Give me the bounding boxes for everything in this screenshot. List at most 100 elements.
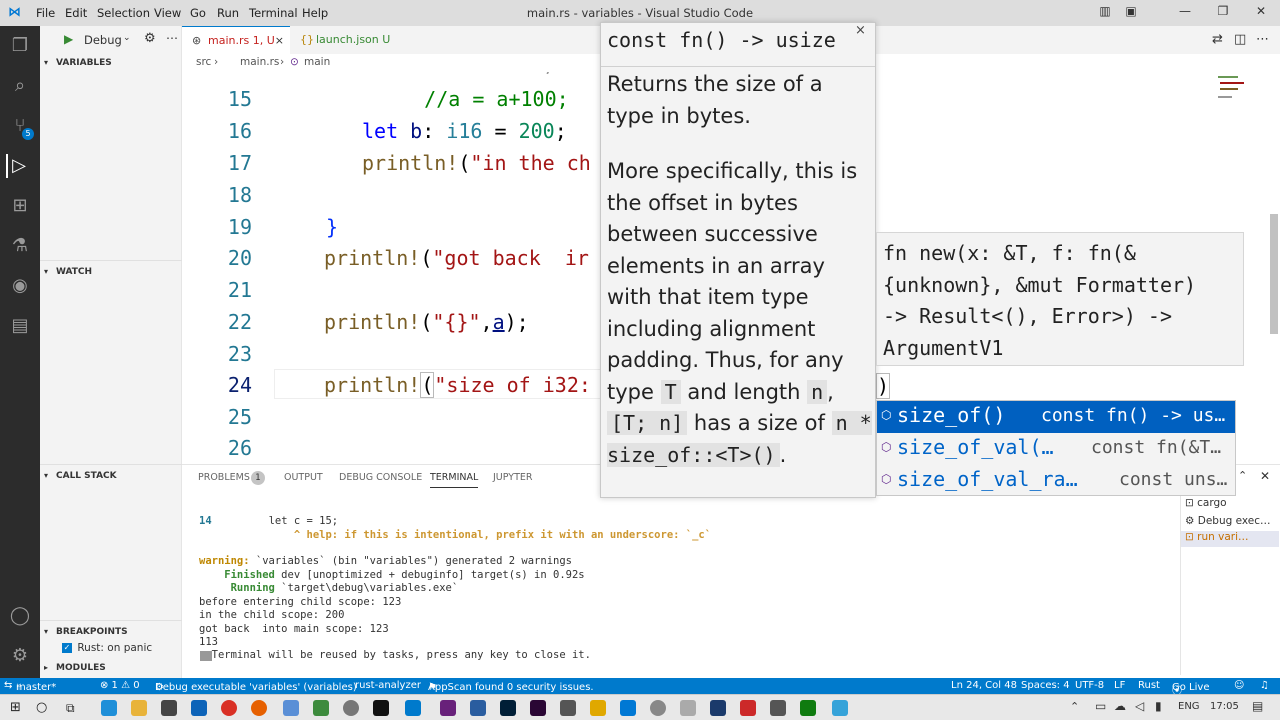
notifications-icon[interactable]: ▤: [1252, 699, 1263, 713]
rust-analyzer-status[interactable]: rust-analyzer: [355, 680, 421, 691]
terminal-list-item[interactable]: ⊡ cargo: [1185, 497, 1227, 509]
app-icon[interactable]: [283, 700, 299, 716]
app-icon[interactable]: [740, 700, 756, 716]
app-icon[interactable]: [680, 700, 696, 716]
task-view-icon[interactable]: ⧉: [66, 700, 82, 716]
tab-launch-json[interactable]: {} launch.json U: [290, 26, 400, 54]
variables-section-header[interactable]: ▾ VARIABLES: [40, 52, 182, 74]
remote-indicator-icon[interactable]: ⇆: [4, 680, 12, 691]
chevron-down-icon[interactable]: ⌄: [123, 33, 131, 43]
minimize-button[interactable]: —: [1170, 4, 1200, 22]
breakpoint-rust-panic[interactable]: ✓ Rust: on panic: [62, 642, 152, 658]
watch-section-header[interactable]: ▾ WATCH: [40, 260, 182, 282]
visual-studio-icon[interactable]: [440, 700, 456, 716]
close-icon[interactable]: ×: [855, 23, 866, 38]
problems-status[interactable]: ⊗ 1 ⚠ 0: [100, 680, 140, 691]
close-panel-icon[interactable]: ✕: [1260, 469, 1270, 483]
app-icon[interactable]: [560, 700, 576, 716]
tab-suffix: U: [382, 33, 391, 46]
app-icon[interactable]: [710, 700, 726, 716]
onedrive-icon[interactable]: ☁: [1114, 699, 1126, 713]
breakpoints-section-header[interactable]: ▾ BREAKPOINTS: [40, 620, 182, 642]
minimap[interactable]: [1218, 72, 1268, 132]
mail-icon[interactable]: [191, 700, 207, 716]
more-actions-icon[interactable]: ⋯: [1256, 32, 1269, 47]
firefox-icon[interactable]: [251, 700, 267, 716]
tray-chevron-icon[interactable]: ⌃: [1070, 700, 1079, 713]
tab-problems[interactable]: PROBLEMS: [198, 472, 250, 483]
clock[interactable]: 17:05: [1210, 701, 1239, 712]
app-icon[interactable]: [650, 700, 666, 716]
modules-section-header[interactable]: ▸ MODULES: [40, 657, 182, 679]
checkbox-checked-icon[interactable]: ✓: [62, 643, 72, 653]
volume-icon[interactable]: ◁: [1135, 699, 1144, 713]
source-control-icon[interactable]: ⑂ 5: [8, 114, 34, 140]
battery-icon[interactable]: ▮: [1155, 699, 1162, 713]
settings-gear-icon[interactable]: ⚙: [8, 644, 32, 668]
docker-icon[interactable]: ▤: [8, 314, 32, 338]
suggestion-item[interactable]: ⬡ size_of_val(… const fn(&T…: [877, 433, 1235, 465]
language-mode[interactable]: Rust: [1138, 680, 1160, 691]
debug-config-select[interactable]: Debug: [84, 33, 122, 47]
app-icon[interactable]: [800, 700, 816, 716]
vertical-scrollbar[interactable]: [1270, 214, 1278, 334]
debug-settings-gear-icon[interactable]: ⚙: [144, 31, 156, 46]
app-icon[interactable]: [832, 700, 848, 716]
extensions-icon[interactable]: ⊞: [8, 194, 32, 218]
app-icon[interactable]: [470, 700, 486, 716]
terminal-output[interactable]: 14 let c = 15; ^ help: if this is intent…: [182, 495, 1172, 675]
encoding[interactable]: UTF-8: [1075, 680, 1104, 691]
breadcrumb-src[interactable]: src: [196, 56, 211, 68]
call-stack-section-header[interactable]: ▾ CALL STACK: [40, 464, 182, 486]
photoshop-icon[interactable]: [500, 700, 516, 716]
panel-toggle-icon[interactable]: ▣: [1116, 4, 1146, 22]
account-icon[interactable]: ◯: [8, 604, 32, 628]
cursor-position[interactable]: Ln 24, Col 48: [951, 680, 1017, 691]
app-icon[interactable]: [343, 700, 359, 716]
end-of-line[interactable]: LF: [1114, 680, 1125, 691]
close-icon[interactable]: ×: [275, 27, 284, 55]
testing-icon[interactable]: ⚗: [8, 234, 32, 258]
file-explorer-icon[interactable]: [131, 700, 147, 716]
network-icon[interactable]: ▭: [1095, 699, 1106, 713]
close-window-button[interactable]: ✕: [1246, 4, 1276, 22]
terminal-list-item-active[interactable]: ⊡ run vari…: [1181, 531, 1279, 547]
chrome-icon[interactable]: [221, 700, 237, 716]
breadcrumb-file[interactable]: main.rs: [240, 56, 279, 68]
search-icon[interactable]: ○: [36, 700, 52, 716]
split-editor-icon[interactable]: ◫: [1234, 32, 1246, 47]
start-debug-icon[interactable]: ▶: [64, 32, 73, 46]
maximize-panel-icon[interactable]: ⌃: [1238, 469, 1247, 482]
vscode-taskbar-icon[interactable]: [405, 700, 421, 716]
premiere-icon[interactable]: [530, 700, 546, 716]
edge-icon[interactable]: [101, 700, 117, 716]
compare-changes-icon[interactable]: ⇄: [1212, 32, 1223, 47]
notifications-bell-icon[interactable]: ♫: [1260, 680, 1269, 691]
suggestion-item[interactable]: ⬡ size_of_val_ra… const uns…: [877, 465, 1235, 497]
line-number: 21: [227, 278, 252, 302]
tab-jupyter[interactable]: JUPYTER: [493, 472, 532, 483]
tab-terminal[interactable]: TERMINAL: [430, 472, 479, 488]
run-debug-icon[interactable]: ▷: [6, 154, 30, 178]
app-icon[interactable]: [620, 700, 636, 716]
terminal-app-icon[interactable]: [373, 700, 389, 716]
windows-start-icon[interactable]: ⊞: [10, 700, 26, 716]
feedback-icon[interactable]: ☺: [1234, 680, 1244, 691]
terminal-list-item[interactable]: ⚙ Debug exec…: [1185, 515, 1271, 527]
maximize-button[interactable]: ❐: [1208, 4, 1238, 22]
breadcrumb-fn[interactable]: main: [304, 56, 330, 68]
remote-icon[interactable]: ◉: [8, 274, 32, 298]
tab-main-rs[interactable]: ⊛ main.rs 1, U ×: [182, 26, 290, 54]
app-icon[interactable]: [770, 700, 786, 716]
search-icon[interactable]: ⌕: [8, 74, 32, 98]
suggestion-item-selected[interactable]: ⬡ size_of() const fn() -> us…: [877, 401, 1235, 433]
indentation[interactable]: Spaces: 4: [1021, 680, 1070, 691]
app-icon[interactable]: [313, 700, 329, 716]
input-language[interactable]: ENG: [1178, 701, 1200, 712]
more-actions-icon[interactable]: ⋯: [166, 31, 178, 45]
app-icon[interactable]: [590, 700, 606, 716]
tab-debug-console[interactable]: DEBUG CONSOLE: [339, 472, 422, 483]
tab-output[interactable]: OUTPUT: [284, 472, 323, 483]
explorer-icon[interactable]: ❐: [8, 34, 32, 58]
store-icon[interactable]: [161, 700, 177, 716]
